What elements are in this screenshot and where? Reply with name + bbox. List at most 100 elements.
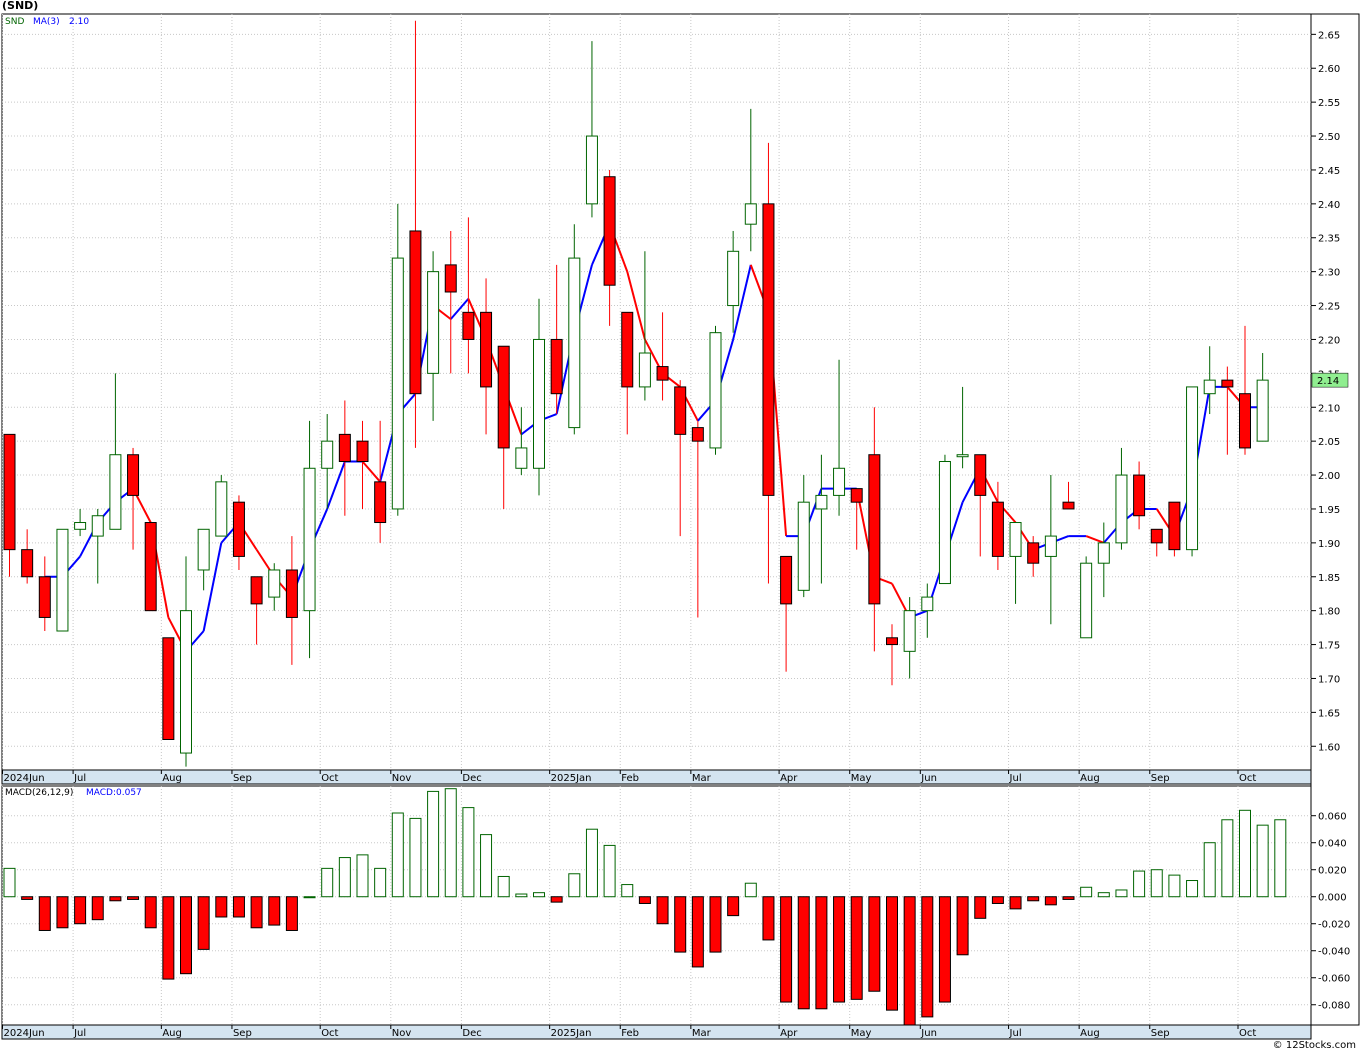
macd-bar [1097, 892, 1110, 898]
macd-bar [162, 896, 175, 980]
price-tick-label: 2.60 [1318, 64, 1340, 75]
date-tick-label: Aug [1080, 1028, 1100, 1039]
chart-root: (SND) 1.60 1.65 1.70 1.75 1.80 1.85 1.90 1.95 2.… [0, 0, 1360, 1056]
candle-body [250, 576, 263, 605]
date-tick-label: May [851, 1028, 872, 1039]
macd-bar [74, 896, 87, 925]
macd-tick-label: -0.040 [1318, 947, 1350, 958]
date-tick-label: Oct [321, 773, 338, 784]
macd-bar [868, 896, 881, 992]
macd-bar [1115, 889, 1128, 898]
candle-body [1009, 522, 1022, 557]
candle-body [780, 555, 793, 605]
macd-date-axis [1, 1024, 1312, 1040]
candle-body [603, 176, 616, 286]
candle-body [956, 454, 969, 458]
date-tick-label: Apr [780, 1028, 798, 1039]
date-tick-label: Aug [162, 773, 182, 784]
candle-body [232, 501, 245, 557]
date-tick-label: Aug [1080, 773, 1100, 784]
candle-body [374, 481, 387, 524]
macd-bar [1062, 896, 1075, 900]
price-tick-label: 2.40 [1318, 200, 1340, 211]
price-tick-label: 2.25 [1318, 302, 1340, 313]
macd-bar [1256, 824, 1269, 898]
macd-bar [744, 882, 757, 898]
macd-bar [815, 896, 828, 1010]
candle-body [1203, 379, 1216, 395]
candle-body [338, 433, 351, 462]
price-tick-label: 2.00 [1318, 471, 1340, 482]
macd-bar [91, 896, 104, 921]
candle-body [480, 311, 493, 388]
macd-bar [444, 788, 457, 898]
macd-bar [285, 896, 298, 931]
candle-body [638, 352, 651, 388]
macd-bar [480, 834, 493, 898]
candle-body [868, 454, 881, 605]
candle-body [533, 338, 545, 469]
macd-bar [638, 896, 651, 904]
macd-bar [1203, 842, 1216, 898]
macd-bar [850, 896, 863, 1000]
date-tick-label: Sep [233, 773, 252, 784]
macd-bar [127, 896, 140, 900]
legend-ma-label: MA(3) [33, 17, 60, 27]
macd-bar [144, 896, 157, 929]
stock-chart: 1.60 1.65 1.70 1.75 1.80 1.85 1.90 1.95 2.00 2.05… [1, 13, 1360, 1040]
legend-macd-value: MACD:0.057 [86, 788, 142, 798]
macd-bar [391, 812, 404, 898]
macd-bar [321, 867, 334, 898]
price-panel [1, 13, 1312, 771]
macd-bar [497, 875, 510, 898]
date-tick-label: Mar [692, 1028, 712, 1039]
macd-bar [1186, 880, 1199, 898]
macd-bar [727, 896, 740, 917]
date-tick-label: Nov [392, 1028, 412, 1039]
candle-body [727, 250, 740, 307]
candle-body [1133, 474, 1146, 517]
price-tick-label: 2.10 [1318, 403, 1340, 414]
macd-bar [991, 896, 1004, 904]
candle-body [1044, 535, 1057, 557]
macd-bar [303, 896, 316, 899]
candle-body [109, 454, 122, 530]
macd-bar [409, 817, 422, 898]
date-tick-label: Jul [73, 1028, 86, 1039]
macd-bar [956, 896, 969, 956]
candle-body [74, 522, 87, 530]
candle-body [21, 549, 34, 578]
macd-bar [603, 844, 616, 898]
candle-body [744, 203, 757, 225]
candle-body [833, 467, 846, 496]
candle-body [550, 338, 563, 395]
macd-bar [762, 896, 775, 941]
candle-body [1256, 379, 1269, 442]
candle-body [1186, 386, 1199, 551]
date-tick-label: Oct [1239, 773, 1256, 784]
candle-body [38, 576, 51, 618]
date-tick-label: May [851, 773, 872, 784]
candle-body [797, 501, 810, 591]
date-tick-label: Oct [1239, 1028, 1256, 1039]
macd-bar [109, 896, 122, 902]
date-tick-label: Feb [621, 773, 639, 784]
date-tick-label: Sep [233, 1028, 252, 1039]
price-tick-label: 1.80 [1318, 607, 1340, 618]
macd-bar [621, 884, 634, 898]
candle-body [91, 515, 104, 537]
macd-bar [691, 896, 704, 968]
candle-body [709, 332, 722, 449]
candle-body [462, 311, 475, 340]
candle-body [974, 454, 987, 496]
candle-body [921, 596, 934, 612]
date-tick-label: Dec [462, 1028, 481, 1039]
macd-bar [356, 854, 369, 898]
date-tick-label: Jul [1009, 773, 1022, 784]
macd-bar [833, 896, 846, 1003]
candle-body [938, 460, 951, 585]
candle-body [1062, 501, 1075, 510]
candle-body [1027, 542, 1040, 564]
macd-bar [903, 896, 916, 1026]
macd-bar [374, 867, 387, 898]
